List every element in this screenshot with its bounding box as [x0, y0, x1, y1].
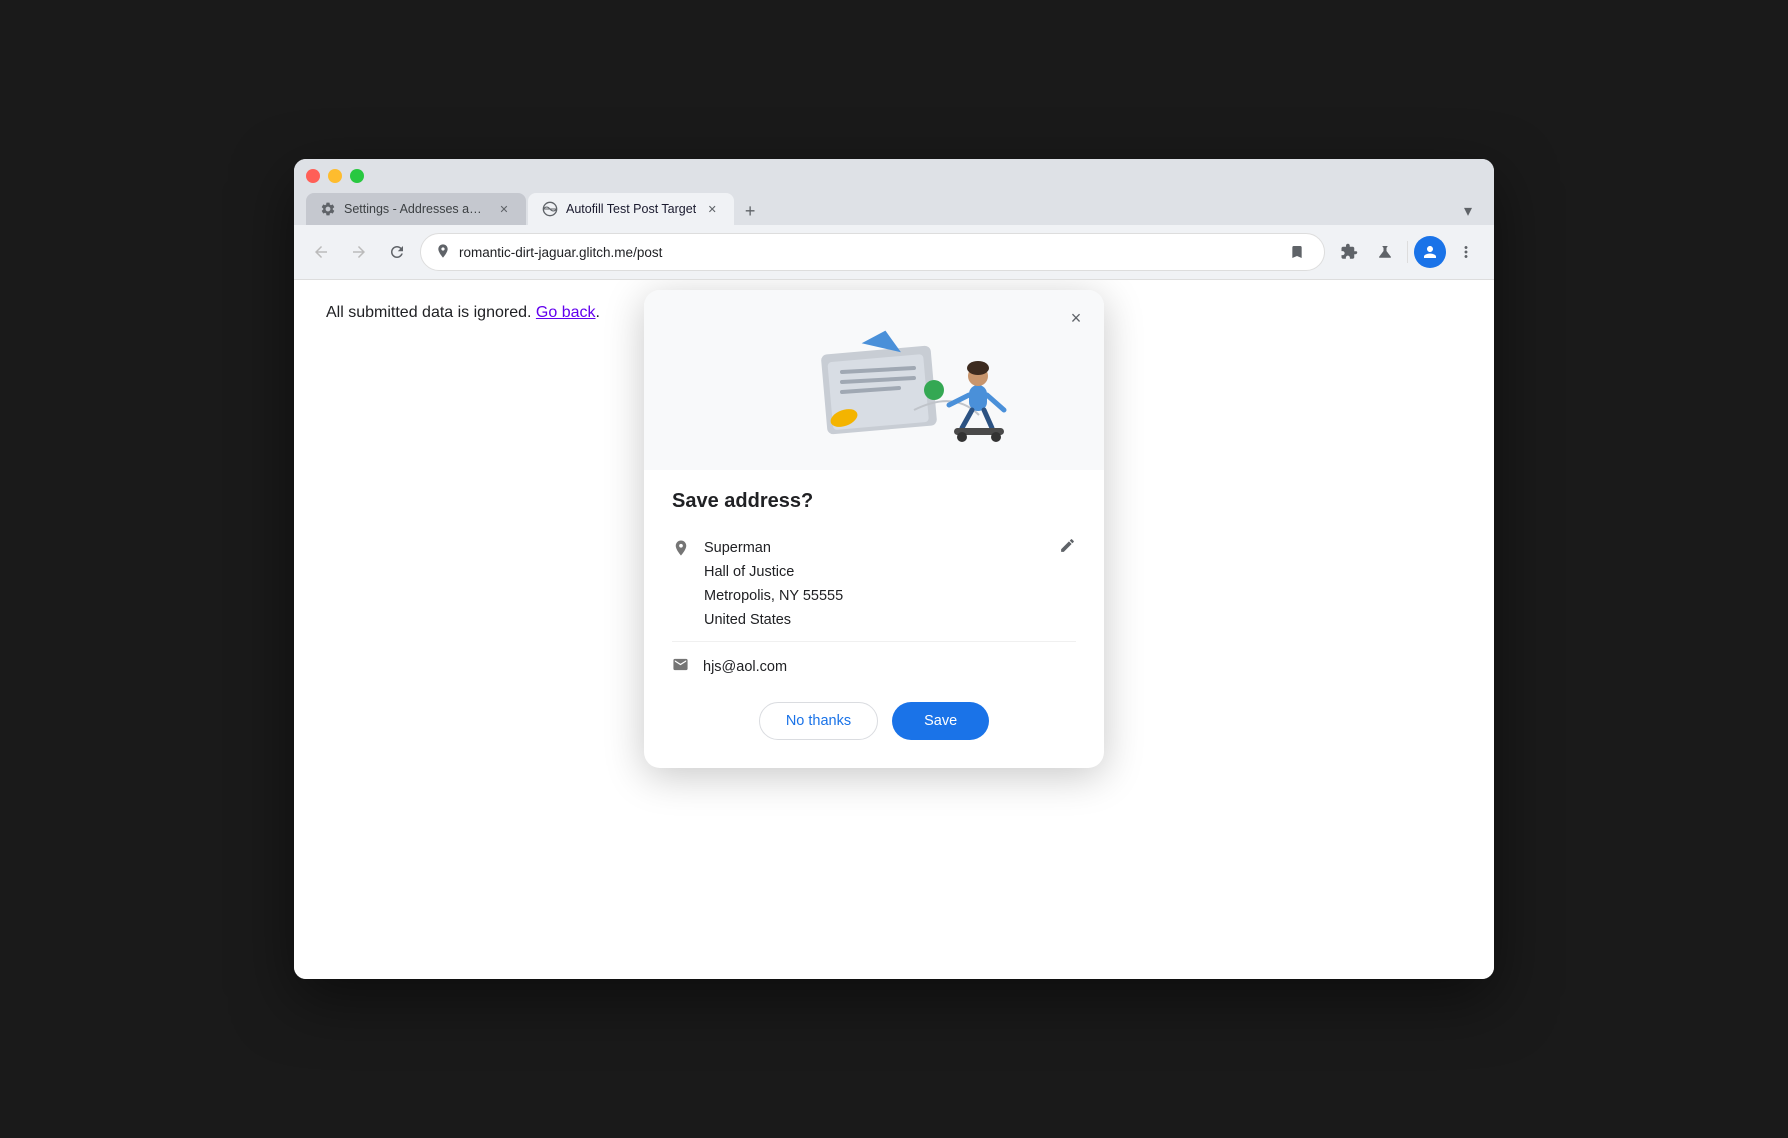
page-content: All submitted data is ignored. Go back. … — [294, 280, 1494, 979]
email-icon — [672, 656, 689, 678]
no-thanks-button[interactable]: No thanks — [759, 702, 878, 740]
close-window-button[interactable] — [306, 169, 320, 183]
forward-button[interactable] — [344, 237, 374, 267]
reload-button[interactable] — [382, 237, 412, 267]
nav-bar: romantic-dirt-jaguar.glitch.me/post — [294, 225, 1494, 280]
settings-tab-title: Settings - Addresses and mo — [344, 202, 488, 216]
address-block: Superman Hall of Justice Metropolis, NY … — [672, 529, 1076, 642]
labs-button[interactable] — [1369, 236, 1401, 268]
address-lines: Superman Hall of Justice Metropolis, NY … — [704, 537, 1045, 633]
autofill-tab-title: Autofill Test Post Target — [566, 202, 696, 216]
tabs-row: Settings - Addresses and mo ✕ Autofill T… — [306, 193, 1482, 225]
address-name: Superman — [704, 537, 1045, 561]
email-block: hjs@aol.com — [672, 656, 1076, 678]
address-bar-actions — [1284, 239, 1310, 265]
address-line3: United States — [704, 609, 1045, 633]
edit-address-button[interactable] — [1059, 537, 1076, 559]
popup-body: Save address? Superman Hall of Justice M… — [644, 470, 1104, 768]
tab-autofill[interactable]: Autofill Test Post Target ✕ — [528, 193, 734, 225]
url-text: romantic-dirt-jaguar.glitch.me/post — [459, 245, 1276, 260]
browser-window: Settings - Addresses and mo ✕ Autofill T… — [294, 159, 1494, 979]
go-back-link[interactable]: Go back — [536, 304, 596, 321]
settings-tab-icon — [320, 201, 336, 217]
minimize-window-button[interactable] — [328, 169, 342, 183]
save-button[interactable]: Save — [892, 702, 989, 740]
back-button[interactable] — [306, 237, 336, 267]
window-controls — [306, 169, 1482, 183]
title-bar: Settings - Addresses and mo ✕ Autofill T… — [294, 159, 1494, 225]
popup-title: Save address? — [672, 490, 1076, 513]
popup-illustration — [644, 290, 1104, 470]
maximize-window-button[interactable] — [350, 169, 364, 183]
more-button[interactable] — [1450, 236, 1482, 268]
autofill-tab-icon — [542, 201, 558, 217]
popup-actions: No thanks Save — [672, 702, 1076, 740]
bookmark-button[interactable] — [1284, 239, 1310, 265]
location-icon — [435, 243, 451, 262]
save-address-popup: × — [644, 290, 1104, 768]
email-text: hjs@aol.com — [703, 659, 787, 675]
autofill-tab-close[interactable]: ✕ — [704, 201, 720, 217]
address-line1: Hall of Justice — [704, 561, 1045, 585]
profile-button[interactable] — [1414, 236, 1446, 268]
popup-close-button[interactable]: × — [1062, 304, 1090, 332]
nav-right-actions — [1333, 236, 1482, 268]
extensions-button[interactable] — [1333, 236, 1365, 268]
tab-settings[interactable]: Settings - Addresses and mo ✕ — [306, 193, 526, 225]
address-location-icon — [672, 539, 690, 562]
address-bar[interactable]: romantic-dirt-jaguar.glitch.me/post — [420, 233, 1325, 271]
settings-tab-close[interactable]: ✕ — [496, 201, 512, 217]
tab-dropdown-button[interactable]: ▾ — [1454, 197, 1482, 225]
nav-divider — [1407, 241, 1408, 263]
new-tab-button[interactable]: + — [736, 197, 764, 225]
address-line2: Metropolis, NY 55555 — [704, 585, 1045, 609]
